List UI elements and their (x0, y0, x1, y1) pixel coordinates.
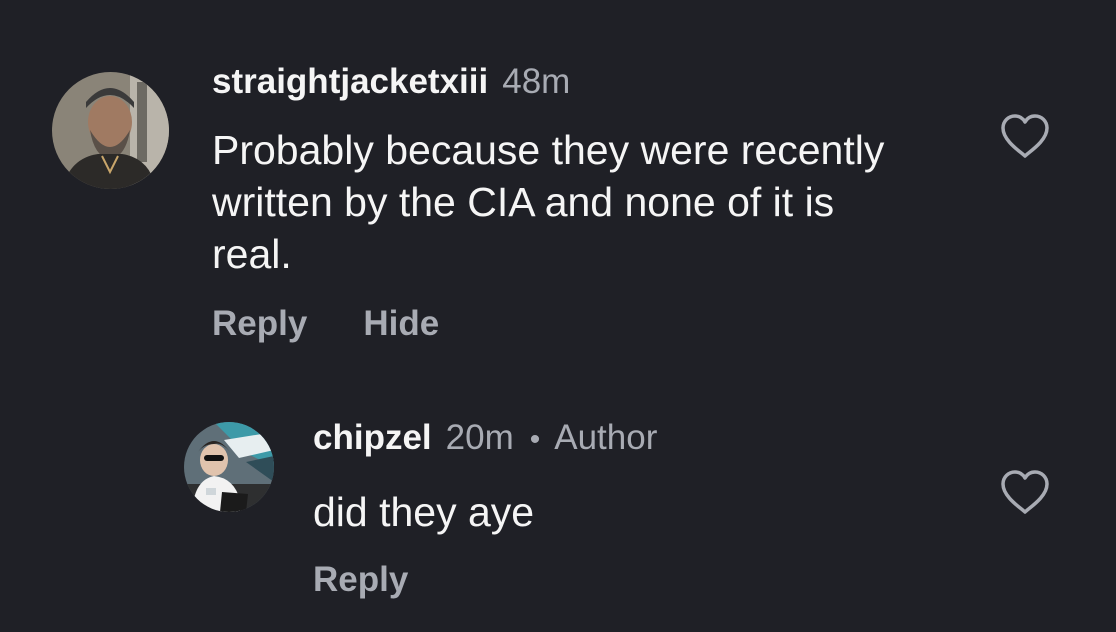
hide-button[interactable]: Hide (363, 304, 439, 344)
avatar-image (52, 72, 169, 189)
comment-username[interactable]: chipzel (313, 418, 432, 458)
comment-timestamp: 20m (445, 418, 514, 457)
meta-separator: • (529, 423, 541, 456)
like-button[interactable] (999, 468, 1051, 516)
avatar[interactable] (184, 422, 274, 512)
avatar[interactable] (52, 72, 169, 189)
comment-timestamp: 48m (502, 62, 571, 101)
comment-item: straightjacketxiii 48m Probably because … (52, 62, 892, 344)
avatar-image (184, 422, 274, 512)
comment-text: did they aye (313, 489, 535, 535)
author-badge: Author (554, 418, 658, 457)
heart-outline-icon (1001, 114, 1049, 158)
reply-button[interactable]: Reply (313, 560, 408, 600)
comment-thread: straightjacketxiii 48m Probably because … (0, 0, 1116, 632)
comment-text: Probably because they were recently writ… (212, 127, 885, 277)
like-button[interactable] (999, 112, 1051, 160)
reply-comment-item: chipzel 20m • Author did they aye Reply (184, 418, 657, 600)
reply-button[interactable]: Reply (212, 304, 307, 344)
heart-outline-icon (1001, 470, 1049, 514)
comment-username[interactable]: straightjacketxiii (212, 62, 488, 102)
